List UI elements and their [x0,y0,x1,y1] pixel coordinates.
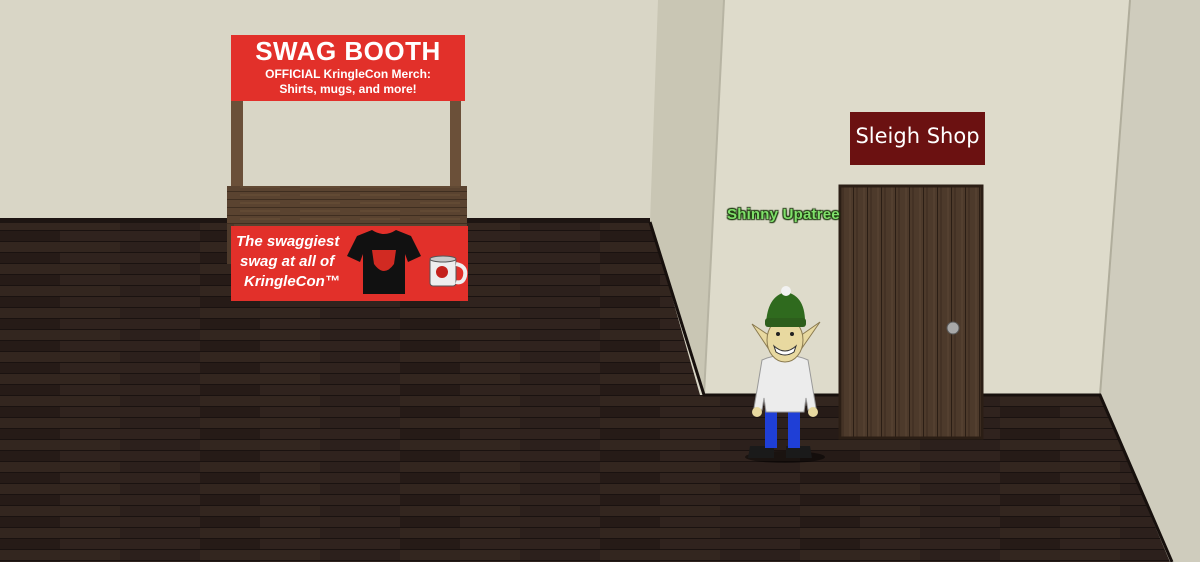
npc-shinny-upatree[interactable] [748,285,822,461]
swag-booth-button[interactable] [227,35,468,301]
sleigh-shop-door-button[interactable] [840,186,982,438]
game-scene [0,0,1200,562]
sleigh-shop-sign-label: Sleigh Shop [855,124,980,148]
npc-name-label: Shinny Upatree [727,206,840,223]
